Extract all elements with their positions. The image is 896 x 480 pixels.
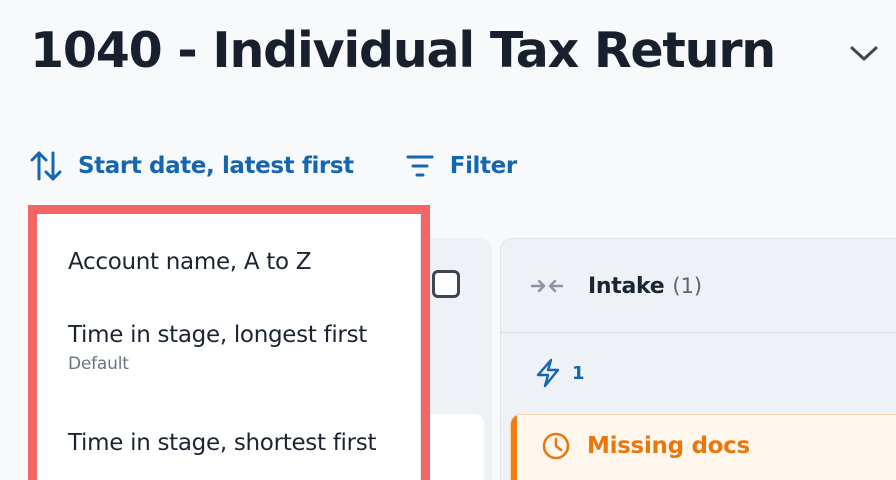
- collapse-arrows-icon[interactable]: [530, 274, 564, 298]
- sort-label: Start date, latest first: [78, 153, 354, 179]
- column-count: (1): [672, 274, 703, 298]
- lightning-icon: [536, 358, 560, 388]
- card-status-label: Missing docs: [587, 433, 750, 459]
- select-all-checkbox[interactable]: [432, 270, 460, 298]
- clock-icon: [542, 432, 570, 460]
- chevron-down-icon: [850, 46, 878, 61]
- automation-count: 1: [572, 362, 585, 384]
- page-header: 1040 - Individual Tax Return: [30, 22, 776, 79]
- sort-option-default-note: Default: [68, 354, 129, 374]
- column-divider: [500, 332, 896, 333]
- sort-option-time-longest[interactable]: Time in stage, longest first Default: [68, 322, 408, 374]
- filter-label: Filter: [449, 153, 517, 179]
- board-card[interactable]: Missing docs: [510, 414, 896, 480]
- sort-menu-list: Account name, A to Z Time in stage, long…: [37, 214, 421, 480]
- column-header: Intake (1): [530, 268, 702, 304]
- sort-dropdown-menu: Account name, A to Z Time in stage, long…: [28, 205, 430, 480]
- sort-arrows-icon: [30, 151, 62, 181]
- sort-option-label: Account name, A to Z: [68, 249, 312, 275]
- card-status-tag: Missing docs: [541, 431, 750, 461]
- board-toolbar: Start date, latest first Filter: [28, 148, 517, 184]
- title-dropdown-button[interactable]: [848, 40, 880, 68]
- sort-option-label: Time in stage, longest first: [68, 322, 367, 348]
- page: 1040 - Individual Tax Return Start date,…: [0, 0, 896, 480]
- automation-indicator[interactable]: 1: [534, 358, 585, 388]
- filter-button[interactable]: Filter: [404, 150, 517, 182]
- sort-option-time-shortest[interactable]: Time in stage, shortest first: [68, 430, 408, 456]
- sort-option-label: Time in stage, shortest first: [68, 430, 377, 456]
- sort-option-account-name[interactable]: Account name, A to Z: [68, 249, 408, 275]
- sort-button[interactable]: Start date, latest first: [28, 148, 354, 184]
- card-status-bar: [511, 415, 517, 480]
- filter-lines-icon: [406, 155, 434, 177]
- page-title: 1040 - Individual Tax Return: [30, 22, 776, 79]
- column-title: Intake: [588, 273, 665, 299]
